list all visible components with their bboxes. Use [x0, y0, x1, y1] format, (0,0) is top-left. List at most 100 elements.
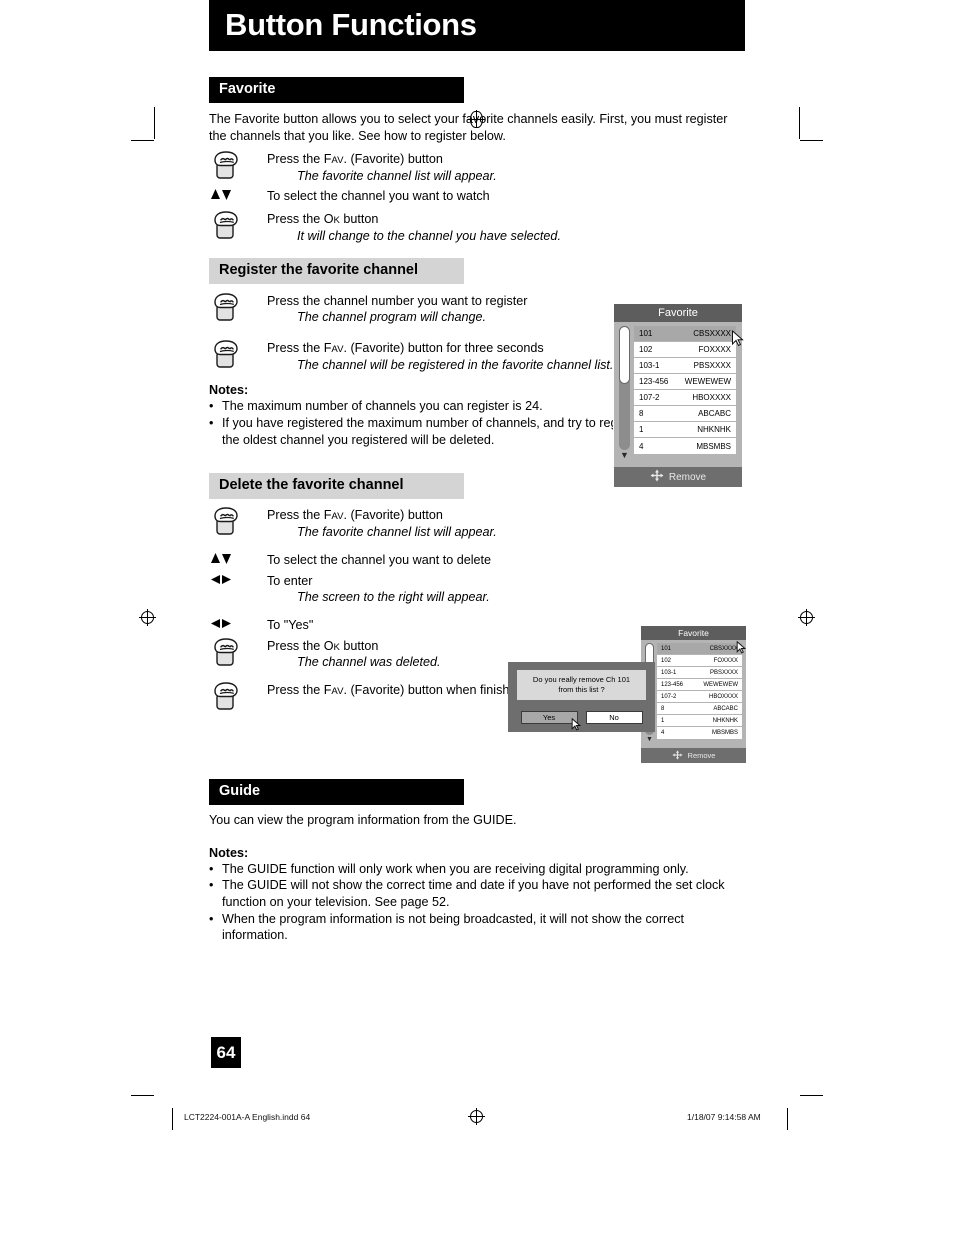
note-item: • The GUIDE function will only work when…: [209, 861, 745, 878]
step-line: Press the O: [267, 638, 334, 653]
pointer-cursor-icon: [571, 717, 582, 736]
channel-number: 123-456: [639, 377, 669, 386]
table-row[interactable]: 123-456 WEWEWEW: [634, 374, 736, 390]
section-header-delete: Delete the favorite channel: [209, 473, 464, 500]
hand-press-button-icon: [209, 505, 267, 537]
table-row[interactable]: 103-1 PBSXXXX: [634, 358, 736, 374]
osd-favorite-list-screen-1: Favorite ▼ 101 CBSXXXX 102 FOXXXX 103-1: [613, 303, 743, 488]
channel-number: 107-2: [639, 393, 660, 402]
channel-name: WEWEWEW: [703, 681, 738, 688]
crop-mark-top-right-vertical: [799, 107, 800, 139]
step-line: To "Yes": [267, 617, 314, 632]
channel-name: NHKNHK: [712, 717, 738, 724]
table-row[interactable]: 4 MBSMBS: [634, 438, 736, 454]
step-subtext: The screen to the right will appear.: [297, 590, 490, 605]
bullet-icon: •: [209, 399, 214, 414]
manual-page: Button Functions Favorite The Favorite b…: [0, 0, 954, 1235]
channel-number: 8: [639, 409, 644, 418]
step-smallcaps: AV: [331, 343, 344, 355]
table-row[interactable]: 107-2 HBOXXXX: [657, 691, 742, 703]
channel-name: PBSXXXX: [693, 361, 731, 370]
channel-number: 103-1: [639, 361, 660, 370]
table-row[interactable]: 102 FOXXXX: [634, 342, 736, 358]
table-row[interactable]: 123-456 WEWEWEW: [657, 679, 742, 691]
pointer-cursor-icon: [736, 640, 747, 659]
step-text: Press the FAV. (Favorite) button The fav…: [267, 149, 745, 184]
table-row[interactable]: 101 CBSXXXX: [657, 643, 742, 655]
channel-name: HBOXXXX: [708, 693, 738, 700]
bullet-icon: •: [209, 861, 214, 876]
step-smallcaps: AV: [331, 686, 344, 697]
scrollbar[interactable]: ▼: [619, 326, 630, 463]
channel-name: PBSXXXX: [709, 669, 738, 676]
yes-button[interactable]: Yes: [520, 711, 578, 724]
dialog-message-line1: Do you really remove Ch 101: [532, 674, 631, 684]
channel-number: 123-456: [661, 681, 684, 688]
hand-press-button-icon: [209, 209, 267, 241]
table-row[interactable]: 8 ABCABC: [657, 703, 742, 715]
step-line: To select the channel you want to delete: [267, 552, 492, 567]
hand-press-button-icon: [209, 636, 267, 668]
remove-button[interactable]: Remove: [614, 467, 742, 487]
step-subtext: It will change to the channel you have s…: [297, 229, 561, 244]
table-row[interactable]: 103-1 PBSXXXX: [657, 667, 742, 679]
osd-channel-rows: 101 CBSXXXX 102 FOXXXX 103-1 PBSXXXX 123…: [634, 326, 736, 463]
table-row[interactable]: 4 MBSMBS: [657, 727, 742, 739]
osd-favorite-list-screen-2: Favorite ▼ 101 CBSXXXX 102 FOXXXX 103-1: [640, 625, 747, 763]
channel-number: 101: [639, 329, 653, 338]
four-way-arrow-icon: [650, 469, 664, 485]
remove-button[interactable]: Remove: [641, 748, 746, 763]
scrollbar-thumb[interactable]: [619, 326, 630, 384]
channel-number: 107-2: [661, 693, 677, 700]
note-text: The GUIDE function will only work when y…: [222, 861, 689, 876]
table-row[interactable]: 101 CBSXXXX: [634, 326, 736, 342]
scroll-down-triangle-icon[interactable]: ▼: [620, 451, 629, 460]
bullet-icon: •: [209, 911, 214, 926]
no-button[interactable]: No: [585, 711, 643, 724]
dialog-message: Do you really remove Ch 101 from this li…: [517, 670, 646, 700]
step-line-cont: . (Favorite) button when finished: [343, 683, 524, 697]
step-line: To enter: [267, 573, 313, 588]
table-row[interactable]: 1 NHKNHK: [634, 422, 736, 438]
step-item: To select the channel you want to watch: [209, 186, 745, 207]
scroll-down-triangle-icon[interactable]: ▼: [646, 736, 653, 743]
channel-name: MBSMBS: [696, 441, 731, 451]
step-smallcaps: AV: [331, 511, 344, 523]
step-text: Press the FAV. (Favorite) button The fav…: [267, 505, 745, 540]
note-item: • When the program information is not be…: [209, 911, 745, 944]
left-right-arrows-icon: [209, 571, 267, 592]
page-title: Button Functions: [209, 0, 745, 51]
imprint-rule-left: [172, 1108, 173, 1130]
step-item: To select the channel you want to delete: [209, 550, 745, 571]
notes-title: Notes:: [209, 845, 249, 860]
step-text: Press the OK button It will change to th…: [267, 209, 745, 244]
imprint-timestamp: 1/18/07 9:14:58 AM: [687, 1112, 761, 1122]
remove-label: Remove: [668, 471, 707, 483]
up-down-arrows-icon: [209, 550, 267, 571]
channel-name: CBSXXXX: [693, 329, 731, 338]
crop-mark-bottom-right-horizontal: [800, 1095, 823, 1096]
step-line: Press the channel number you want to reg…: [267, 293, 528, 308]
hand-press-button-icon: [209, 149, 267, 181]
channel-number: 102: [661, 657, 672, 664]
table-row[interactable]: 107-2 HBOXXXX: [634, 390, 736, 406]
table-row[interactable]: 8 ABCABC: [634, 406, 736, 422]
hand-press-button-icon: [209, 291, 267, 323]
osd-list: ▼ 101 CBSXXXX 102 FOXXXX 103-1 PBSXXXX 1…: [641, 640, 746, 748]
imprint-file-name: LCT2224-001A-A English.indd 64: [184, 1112, 311, 1122]
step-line: Press the F: [267, 152, 332, 167]
section-header-guide: Guide: [209, 779, 464, 805]
page-number-badge: 64: [211, 1037, 241, 1068]
scrollbar-track[interactable]: [619, 326, 630, 450]
step-line-cont: button: [339, 212, 379, 227]
section-header-favorite: Favorite: [209, 77, 464, 103]
table-row[interactable]: 102 FOXXXX: [657, 655, 742, 667]
step-item: To enter The screen to the right will ap…: [209, 571, 745, 606]
dialog-button-row: Yes No: [517, 711, 646, 724]
crop-mark-top-left-vertical: [154, 107, 155, 139]
bullet-icon: •: [209, 878, 214, 893]
pointer-cursor-icon: [731, 329, 744, 352]
step-line: Press the O: [267, 212, 334, 227]
table-row[interactable]: 1 NHKNHK: [657, 715, 742, 727]
hand-press-button-icon: [209, 338, 267, 370]
